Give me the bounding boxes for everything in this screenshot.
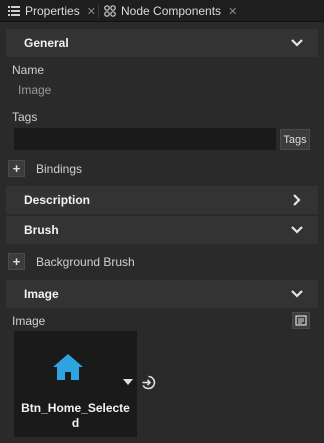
close-icon[interactable]: ✕ (228, 5, 237, 18)
section-brush-title: Brush (24, 223, 59, 237)
section-brush[interactable]: Brush (6, 216, 318, 244)
tags-button[interactable]: Tags (280, 129, 310, 150)
section-description[interactable]: Description (6, 186, 318, 214)
section-general[interactable]: General (6, 29, 318, 57)
browse-asset-button[interactable] (292, 312, 310, 329)
tags-label: Tags (12, 110, 38, 124)
background-brush-label: Background Brush (36, 255, 135, 269)
chevron-down-icon[interactable] (290, 287, 304, 301)
add-background-brush-button[interactable]: + (8, 253, 25, 270)
chevron-right-icon[interactable] (290, 193, 304, 207)
asset-browser-icon (295, 315, 307, 326)
tab-properties-label: Properties (25, 4, 80, 18)
name-value[interactable]: Image (18, 83, 51, 97)
tab-node-components-label: Node Components (121, 4, 222, 18)
go-to-asset-icon[interactable] (141, 375, 156, 390)
bindings-label: Bindings (36, 162, 83, 176)
name-label: Name (12, 63, 45, 77)
image-field-label: Image (12, 314, 46, 328)
image-asset-thumbnail[interactable]: Btn_Home_Selected (14, 331, 137, 437)
list-icon (8, 5, 20, 17)
dropdown-arrow-icon[interactable] (123, 378, 133, 386)
tab-properties[interactable]: Properties ✕ (8, 0, 96, 22)
add-binding-button[interactable]: + (8, 160, 25, 177)
close-icon[interactable]: ✕ (87, 5, 96, 18)
home-icon (53, 354, 83, 380)
section-image[interactable]: Image (6, 280, 318, 308)
tab-bar: Properties ✕ Node Components ✕ (0, 0, 324, 22)
image-asset-name: Btn_Home_Selected (21, 401, 130, 430)
section-description-title: Description (24, 193, 91, 207)
tab-node-components[interactable]: Node Components ✕ (104, 0, 237, 22)
components-icon (104, 5, 116, 17)
tab-divider (98, 4, 99, 18)
chevron-down-icon[interactable] (290, 36, 304, 50)
section-general-title: General (24, 36, 69, 50)
tags-input[interactable] (14, 128, 276, 150)
section-image-title: Image (24, 287, 59, 301)
chevron-down-icon[interactable] (290, 223, 304, 237)
